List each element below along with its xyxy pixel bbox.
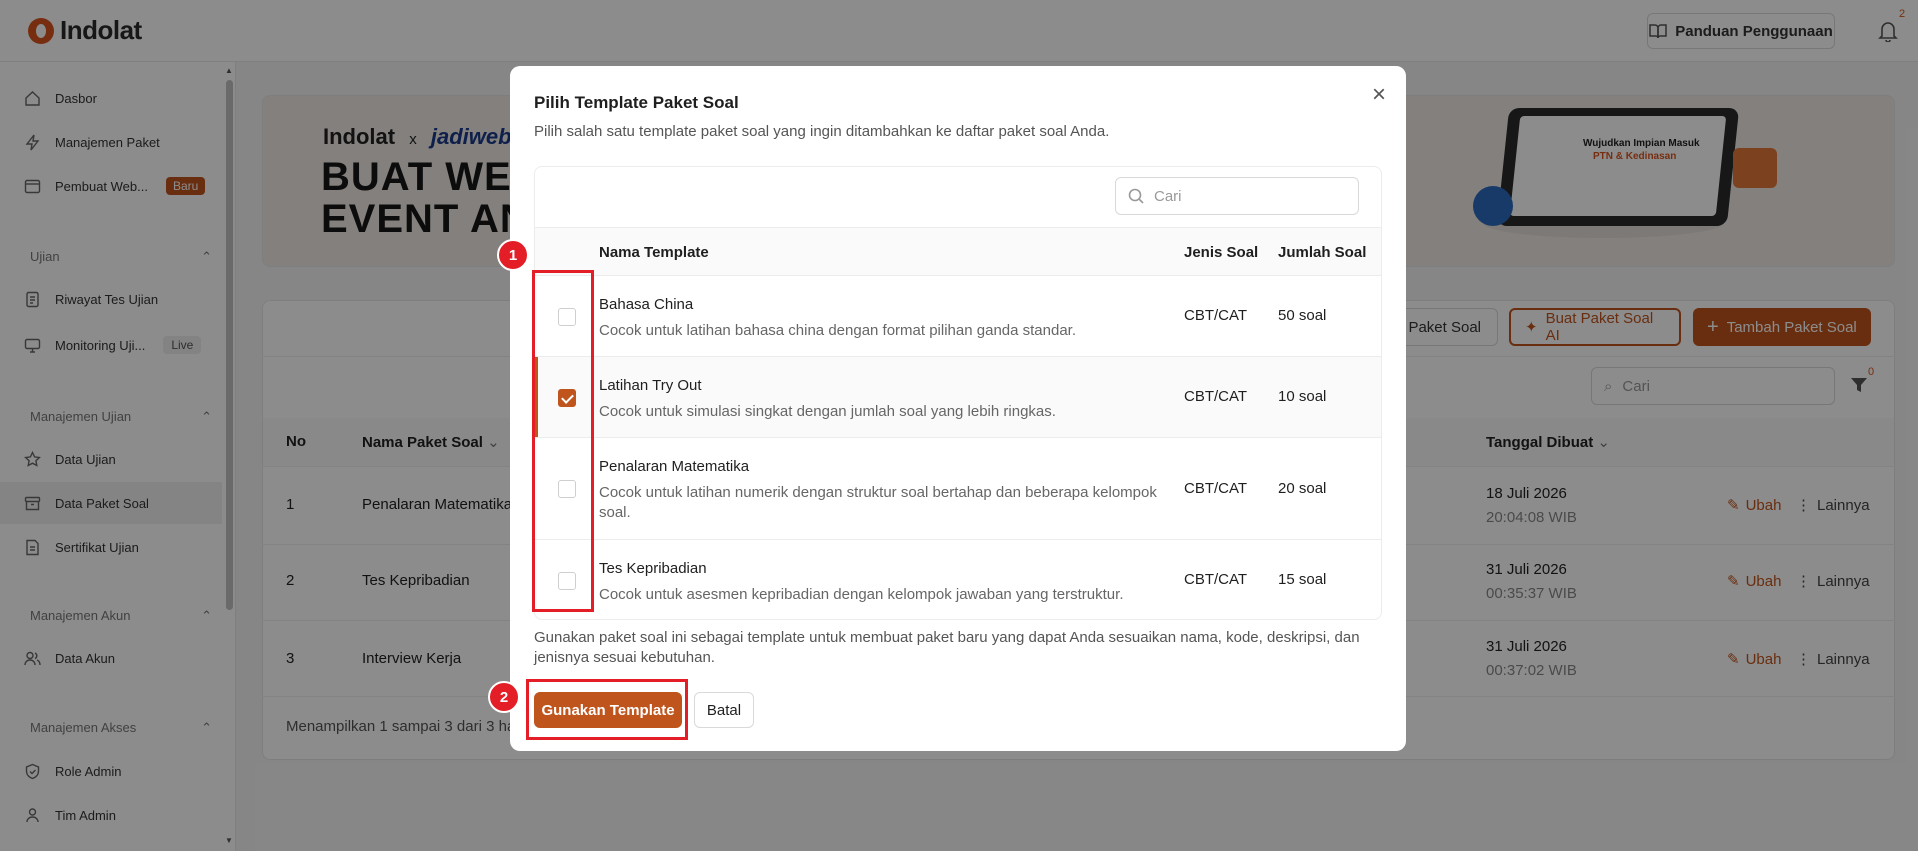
template-search-input[interactable]: Cari [1115, 177, 1359, 215]
modal-subtitle: Pilih salah satu template paket soal yan… [534, 123, 1110, 140]
template-count: 20 soal [1278, 480, 1327, 497]
template-type: CBT/CAT [1184, 307, 1248, 324]
template-picker-modal: Pilih Template Paket Soal Pilih salah sa… [510, 66, 1406, 751]
search-icon [1128, 188, 1144, 204]
template-type: CBT/CAT [1184, 388, 1248, 405]
template-count: 10 soal [1278, 388, 1327, 405]
template-count: 15 soal [1278, 571, 1327, 588]
annotation-box-2 [526, 679, 688, 740]
modal-title: Pilih Template Paket Soal [534, 93, 739, 112]
column-header-count: Jumlah Soal [1278, 244, 1367, 261]
template-row-latihan-try-out[interactable]: Latihan Try Out Cocok untuk simulasi sin… [535, 357, 1381, 438]
modal-note: Gunakan paket soal ini sebagai template … [534, 629, 1360, 666]
template-type: CBT/CAT [1184, 480, 1248, 497]
template-row-penalaran-matematika[interactable]: Penalaran Matematika Cocok untuk latihan… [535, 438, 1381, 540]
annotation-marker-2: 2 [488, 681, 520, 713]
template-table: Cari Nama Template Jenis Soal Jumlah Soa… [534, 166, 1382, 620]
column-header-name: Nama Template [599, 244, 709, 261]
template-description: Cocok untuk asesmen kepribadian dengan k… [599, 586, 1124, 603]
template-description: Cocok untuk latihan bahasa china dengan … [599, 322, 1077, 339]
template-type: CBT/CAT [1184, 571, 1248, 588]
annotation-box-1 [532, 270, 594, 612]
template-count: 50 soal [1278, 307, 1327, 324]
template-name: Tes Kepribadian [599, 560, 707, 577]
close-icon[interactable]: × [1368, 83, 1390, 107]
template-name: Bahasa China [599, 296, 694, 313]
column-header-type: Jenis Soal [1184, 244, 1259, 261]
table-header: Nama Template Jenis Soal Jumlah Soal [535, 227, 1381, 276]
template-row-tes-kepribadian[interactable]: Tes Kepribadian Cocok untuk asesmen kepr… [535, 540, 1381, 619]
template-name: Latihan Try Out [599, 377, 702, 394]
template-name: Penalaran Matematika [599, 458, 750, 475]
template-description: Cocok untuk latihan numerik dengan struk… [599, 484, 1157, 521]
template-description: Cocok untuk simulasi singkat dengan juml… [599, 403, 1056, 420]
search-placeholder: Cari [1154, 187, 1182, 205]
template-row-bahasa-china[interactable]: Bahasa China Cocok untuk latihan bahasa … [535, 276, 1381, 357]
cancel-button[interactable]: Batal [694, 692, 754, 728]
annotation-marker-1: 1 [497, 239, 529, 271]
